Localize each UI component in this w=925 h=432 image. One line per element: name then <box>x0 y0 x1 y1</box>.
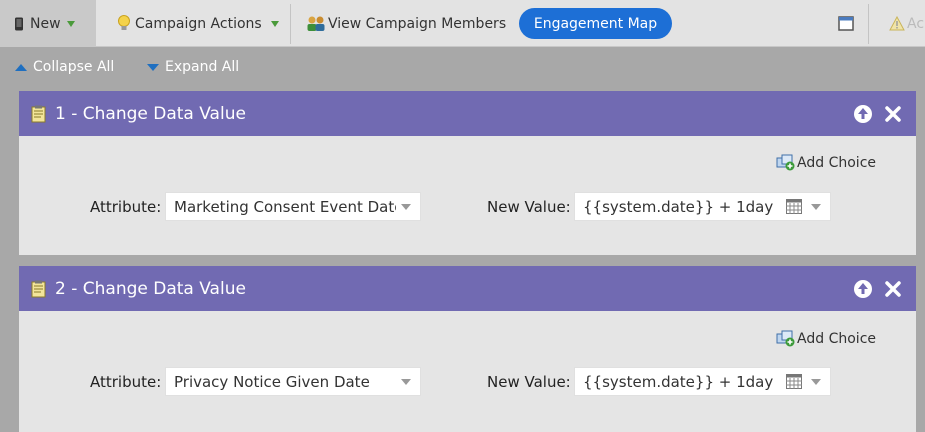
attribute-select-value: Privacy Notice Given Date <box>174 372 370 391</box>
flow-step-panel: 2 - Change Data Value Add Choice Attribu… <box>19 266 916 432</box>
engagement-map-button[interactable]: Engagement Map <box>519 8 672 39</box>
collapse-all-label: Collapse All <box>33 59 115 75</box>
chevron-down-icon <box>401 204 411 210</box>
toolbar-divider <box>290 4 291 44</box>
new-menu-button[interactable]: New <box>0 0 96 47</box>
flow-step-title: 2 - Change Data Value <box>55 278 246 299</box>
new-value-input[interactable]: {{system.date}} + 1days <box>574 192 831 221</box>
attribute-label: Attribute: <box>90 198 162 216</box>
new-menu-label: New <box>30 15 61 32</box>
new-value-label: New Value: <box>487 373 571 391</box>
flow-step-header[interactable]: 2 - Change Data Value <box>19 266 916 311</box>
collapse-all-button[interactable]: Collapse All <box>15 59 114 75</box>
flow-step-header[interactable]: 1 - Change Data Value <box>19 91 916 136</box>
view-campaign-members-label: View Campaign Members <box>328 15 507 32</box>
view-campaign-members-button[interactable]: View Campaign Members <box>306 0 506 47</box>
campaign-actions-button[interactable]: Campaign Actions <box>117 0 279 47</box>
new-value-text: {{system.date}} + 1days <box>583 372 773 391</box>
attribute-select-value: Marketing Consent Event Date <box>174 197 396 216</box>
tree-controls-bar: Collapse All Expand All <box>0 47 925 91</box>
attribute-select[interactable]: Privacy Notice Given Date <box>165 367 421 396</box>
add-choice-icon <box>776 330 795 347</box>
chevron-down-icon <box>270 20 279 27</box>
add-choice-label: Add Choice <box>797 154 876 171</box>
add-choice-button[interactable]: Add Choice <box>776 330 876 347</box>
attribute-label: Attribute: <box>90 373 162 391</box>
toolbar-divider <box>868 4 869 44</box>
notepad-icon <box>31 280 46 297</box>
new-value-label: New Value: <box>487 198 571 216</box>
warning-icon <box>889 16 905 31</box>
close-icon[interactable] <box>883 279 903 299</box>
add-choice-label: Add Choice <box>797 330 876 347</box>
chevron-down-icon[interactable] <box>811 204 821 210</box>
truncated-action-label: Ac <box>907 15 925 32</box>
expand-icon <box>147 63 159 71</box>
window-icon <box>838 16 854 31</box>
calendar-grid-icon[interactable] <box>786 374 802 389</box>
flow-step-body: Add Choice Attribute: Privacy Notice Giv… <box>19 311 916 432</box>
campaign-actions-label: Campaign Actions <box>135 15 262 32</box>
expand-all-label: Expand All <box>165 59 240 75</box>
calendar-grid-icon[interactable] <box>786 199 802 214</box>
people-icon <box>307 16 325 31</box>
add-choice-icon <box>776 154 795 171</box>
attribute-select[interactable]: Marketing Consent Event Date <box>165 192 421 221</box>
chevron-down-icon <box>66 20 75 27</box>
chevron-down-icon[interactable] <box>811 379 821 385</box>
top-toolbar: New Campaign Actions View Campaign Membe… <box>0 0 925 47</box>
window-button[interactable] <box>838 0 854 47</box>
chevron-down-icon <box>401 379 411 385</box>
flow-step-panel: 1 - Change Data Value Add Choice Attribu… <box>19 91 916 255</box>
arrow-up-circle-icon[interactable] <box>853 279 873 299</box>
expand-all-button[interactable]: Expand All <box>147 59 239 75</box>
collapse-icon <box>15 63 27 71</box>
arrow-up-circle-icon[interactable] <box>853 104 873 124</box>
close-icon[interactable] <box>883 104 903 124</box>
new-value-input[interactable]: {{system.date}} + 1days <box>574 367 831 396</box>
lightbulb-icon <box>118 15 130 30</box>
flow-step-title: 1 - Change Data Value <box>55 103 246 124</box>
flow-step-body: Add Choice Attribute: Marketing Consent … <box>19 136 916 255</box>
mobile-phone-icon <box>15 17 23 30</box>
new-value-text: {{system.date}} + 1days <box>583 197 773 216</box>
truncated-action-button[interactable]: Ac <box>889 0 924 47</box>
notepad-icon <box>31 105 46 122</box>
add-choice-button[interactable]: Add Choice <box>776 154 876 171</box>
